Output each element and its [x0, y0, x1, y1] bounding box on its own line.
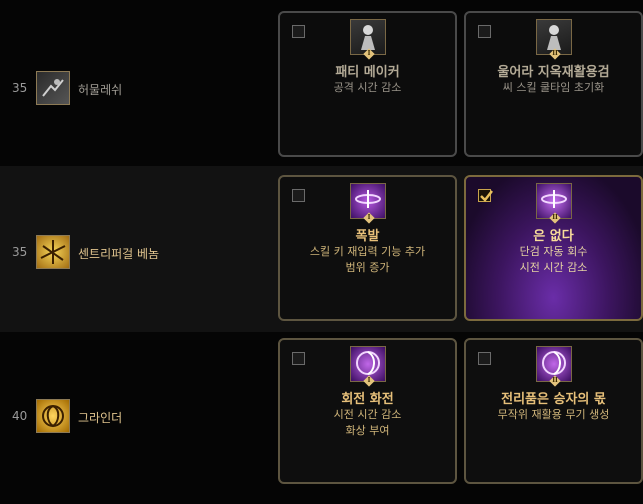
option-title: 회전 화전: [341, 392, 394, 407]
option-desc: 화상 부여: [345, 424, 390, 437]
option-title: 울어라 지옥재활용검: [497, 65, 610, 80]
option-checkbox[interactable]: [292, 25, 305, 38]
tripod-option-card[interactable]: I 패티 메이커 공격 시간 감소: [278, 11, 457, 157]
skill-name: 그라인더: [78, 411, 123, 425]
purple-spiral-icon: II: [536, 346, 572, 387]
purple-vortex-icon: I: [350, 183, 386, 224]
option-desc: 스킬 키 재입력 기능 추가: [309, 245, 426, 258]
tier-badge: I: [363, 212, 375, 224]
option-title: 전리품은 승자의 몫: [501, 392, 606, 407]
skill-level: 35: [12, 81, 28, 95]
skill-level: 40: [12, 409, 28, 423]
option-desc: 공격 시간 감소: [333, 81, 402, 94]
tripod-option-card[interactable]: II 울어라 지옥재활용검 씨 스킬 쿨타임 초기화: [464, 11, 643, 157]
check-icon: [480, 190, 493, 202]
option-checkbox[interactable]: [292, 189, 305, 202]
centripetal-venom-icon: [36, 235, 70, 269]
skill-name: 센트리퍼걸 베놈: [78, 247, 160, 261]
option-checkbox-checked[interactable]: [478, 189, 493, 202]
tripod-option-card[interactable]: II 전리품은 승자의 몫 무작위 재활용 무기 생성: [464, 338, 643, 484]
skeleton-figure-icon: II: [536, 19, 572, 60]
option-title: 패티 메이커: [335, 65, 400, 80]
skill-name: 허물레쉬: [78, 83, 123, 97]
tripod-option-card-selected[interactable]: II 은 없다 단검 자동 회수 시전 시간 감소: [464, 175, 643, 321]
tier-badge: II: [549, 48, 561, 60]
skeleton-figure-icon: I: [350, 19, 386, 60]
option-desc: 시전 시간 감소: [519, 261, 588, 274]
option-title: 폭발: [355, 229, 380, 244]
grinder-icon: [36, 399, 70, 433]
tier-badge: II: [549, 375, 561, 387]
skill-level: 35: [12, 245, 28, 259]
purple-vortex-icon: II: [536, 183, 572, 224]
tripod-row-2: 35 센트리퍼걸 베놈 I 폭발 스킬 키 재입력 기능 추가 범위 증가 II…: [0, 166, 643, 332]
option-checkbox[interactable]: [292, 352, 305, 365]
purple-spiral-icon: I: [350, 346, 386, 387]
tier-badge: I: [363, 48, 375, 60]
option-title: 은 없다: [533, 229, 574, 244]
option-desc: 범위 증가: [345, 261, 390, 274]
option-checkbox[interactable]: [478, 352, 491, 365]
option-desc: 무작위 재활용 무기 생성: [497, 408, 610, 421]
tripod-row-1: 35 허물레쉬 I 패티 메이커 공격 시간 감소 II 울어라 지옥재활용검 …: [0, 0, 643, 166]
option-desc: 시전 시간 감소: [333, 408, 402, 421]
tier-badge: I: [363, 375, 375, 387]
tripod-option-card[interactable]: I 폭발 스킬 키 재입력 기능 추가 범위 증가: [278, 175, 457, 321]
tripod-option-card[interactable]: I 회전 화전 시전 시간 감소 화상 부여: [278, 338, 457, 484]
option-desc: 씨 스킬 쿨타임 초기화: [502, 81, 605, 94]
option-desc: 단검 자동 회수: [519, 245, 588, 258]
option-checkbox[interactable]: [478, 25, 491, 38]
tripod-row-3: 40 그라인더 I 회전 화전 시전 시간 감소 화상 부여 II 전리품은 승…: [0, 332, 643, 504]
tier-badge: II: [549, 212, 561, 224]
rogue-dash-icon: [36, 71, 70, 105]
